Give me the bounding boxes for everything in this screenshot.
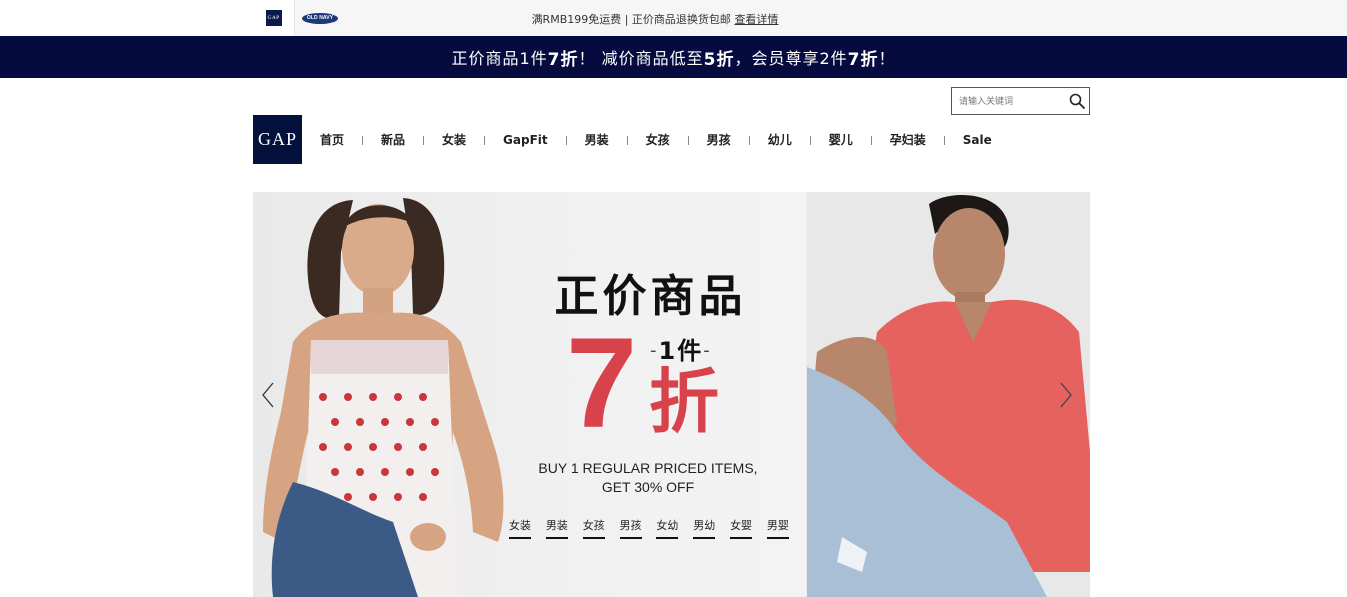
- hero-carousel[interactable]: 正价商品 7 -1件- 折 BUY 1 REGULAR PRICED ITEMS…: [253, 192, 1090, 597]
- hero-link-men[interactable]: 男装: [545, 517, 568, 539]
- man-model-photo: [807, 194, 1090, 597]
- nav-item-sale[interactable]: Sale: [945, 131, 1010, 149]
- dash-left: -: [650, 340, 659, 361]
- hero-category-links: 女装 男装 女孩 男孩 女幼 男幼 女婴 男婴: [509, 517, 789, 539]
- nav-item-men[interactable]: 男装: [567, 131, 627, 149]
- shipping-text: 满RMB199免运费 | 正价商品退换货包邮: [531, 13, 735, 26]
- hero-discount-unit: 折: [649, 361, 719, 443]
- search-input[interactable]: [959, 94, 1064, 109]
- promo-highlight-2: 5折: [703, 49, 735, 70]
- hero-en-line1: BUY 1 REGULAR PRICED ITEMS,: [538, 460, 758, 476]
- promo-highlight-1: 7折: [547, 49, 579, 70]
- nav-item-gapfit[interactable]: GapFit: [485, 131, 566, 149]
- nav-item-toddler[interactable]: 幼儿: [750, 131, 810, 149]
- nav-item-maternity[interactable]: 孕妇装: [872, 131, 944, 149]
- hero-link-baby-boy[interactable]: 男婴: [766, 517, 789, 539]
- promo-highlight-3: 7折: [847, 49, 879, 70]
- main-nav: 首页 新品 女装 GapFit 男装 女孩 男孩 幼儿 婴儿 孕妇装 Sale: [302, 131, 1010, 149]
- top-utility-bar: GAP OLD NAVY 满RMB199免运费 | 正价商品退换货包邮 查看详情: [0, 0, 1347, 36]
- nav-item-women[interactable]: 女装: [424, 131, 484, 149]
- search-icon[interactable]: [1069, 93, 1085, 109]
- promo-text-4: ！: [878, 49, 896, 68]
- hero-link-boys[interactable]: 男孩: [619, 517, 642, 539]
- hero-english-text: BUY 1 REGULAR PRICED ITEMS, GET 30% OFF: [523, 459, 773, 497]
- promo-text-3: ，会员尊享2件: [734, 49, 848, 68]
- nav-item-boys[interactable]: 男孩: [689, 131, 749, 149]
- promo-banner[interactable]: 正价商品1件 7折！ 减价商品低至 5折 ，会员尊享2件 7折！: [0, 36, 1347, 78]
- gap-logo[interactable]: GAP: [253, 115, 302, 164]
- nav-item-home[interactable]: 首页: [302, 131, 362, 149]
- shipping-note: 满RMB199免运费 | 正价商品退换货包邮 查看详情: [0, 11, 1310, 27]
- nav-item-baby[interactable]: 婴儿: [811, 131, 871, 149]
- hero-link-girls[interactable]: 女孩: [582, 517, 605, 539]
- hero-slide-left: 正价商品 7 -1件- 折 BUY 1 REGULAR PRICED ITEMS…: [253, 192, 806, 597]
- details-link[interactable]: 查看详情: [734, 13, 778, 26]
- nav-item-girls[interactable]: 女孩: [628, 131, 688, 149]
- carousel-next-arrow[interactable]: [1059, 382, 1073, 408]
- promo-text-1: 正价商品1件: [451, 49, 548, 68]
- promo-text-2: ！ 减价商品低至: [578, 49, 704, 68]
- woman-model-photo: [263, 198, 504, 597]
- hero-link-toddler-girl[interactable]: 女幼: [656, 517, 679, 539]
- hero-discount-number: 7: [566, 312, 638, 455]
- hero-en-line2: GET 30% OFF: [601, 479, 695, 495]
- search-box: [951, 87, 1090, 115]
- hero-slide-right: [807, 192, 1090, 597]
- nav-item-new[interactable]: 新品: [363, 131, 423, 149]
- hero-link-toddler-boy[interactable]: 男幼: [693, 517, 716, 539]
- hero-link-women[interactable]: 女装: [509, 517, 531, 539]
- carousel-prev-arrow[interactable]: [261, 382, 275, 408]
- dash-right: -: [703, 340, 712, 361]
- hero-link-baby-girl[interactable]: 女婴: [730, 517, 753, 539]
